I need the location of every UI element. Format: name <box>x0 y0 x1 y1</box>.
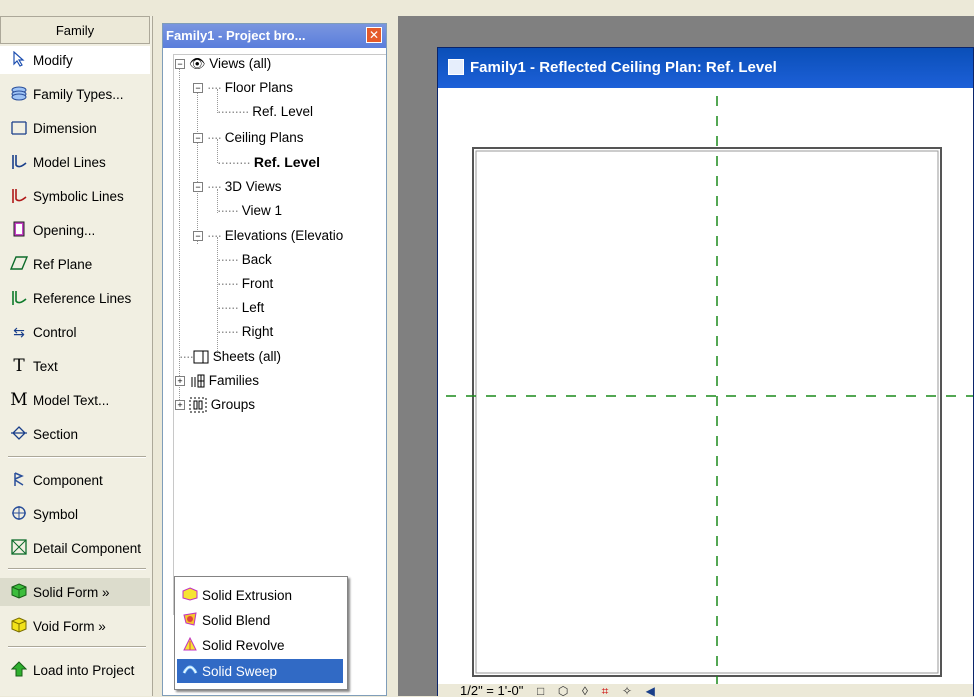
tree-guide-line <box>197 89 198 244</box>
menu-item-solid-revolve[interactable]: Solid Revolve <box>177 633 343 657</box>
model-text-icon: M <box>10 390 28 410</box>
hide-isolate-icon[interactable]: ✧ <box>622 685 632 697</box>
control-button[interactable]: ⇆ Control <box>0 318 150 346</box>
void-form-icon <box>10 617 28 635</box>
project-browser-tree: − 👁 Views (all) − ···· Floor Plans ·······… <box>173 54 386 615</box>
ref-plane-button[interactable]: Ref Plane <box>0 250 150 278</box>
symbol-icon <box>10 505 28 523</box>
expand-icon[interactable]: + <box>175 376 185 387</box>
model-graphics-icon[interactable]: ⬡ <box>558 685 568 697</box>
collapse-icon[interactable]: − <box>175 59 185 70</box>
expand-icon[interactable]: + <box>175 400 185 411</box>
void-form-button[interactable]: Void Form » <box>0 612 150 640</box>
tree-node-families[interactable]: + Families <box>175 372 259 390</box>
load-into-project-icon <box>10 661 28 679</box>
section-icon <box>10 425 28 443</box>
menu-item-solid-blend[interactable]: Solid Blend <box>177 608 343 632</box>
drawing-canvas[interactable] <box>438 88 973 684</box>
modify-button[interactable]: Modify <box>0 46 150 74</box>
load-into-project-button[interactable]: Load into Project <box>0 656 150 684</box>
tree-node-groups[interactable]: + Groups <box>175 396 255 414</box>
model-lines-icon <box>10 153 28 171</box>
tree-node-ceiling-plans[interactable]: − ···· Ceiling Plans <box>193 129 304 147</box>
collapse-icon[interactable]: − <box>193 182 203 193</box>
view-window: Family1 - Reflected Ceiling Plan: Ref. L… <box>437 47 974 697</box>
solid-form-icon <box>10 583 28 601</box>
solid-form-menu: Solid Extrusion Solid Blend Solid Revolv… <box>174 576 348 690</box>
design-bar-tab-family[interactable]: Family <box>0 16 150 44</box>
tree-node-ceiling-ref-level[interactable]: ········· Ref. Level <box>217 153 320 171</box>
model-lines-button[interactable]: Model Lines <box>0 148 150 176</box>
detail-component-icon <box>10 539 28 557</box>
family-boundary <box>472 147 942 677</box>
tree-node-left[interactable]: ······ Left <box>217 299 264 317</box>
design-bar: Family Modify Family Types... Dimension … <box>0 16 153 696</box>
sun-path-icon[interactable]: ◊ <box>582 685 588 697</box>
solid-sweep-icon <box>181 663 199 679</box>
collapse-icon[interactable]: − <box>193 231 203 242</box>
reference-lines-icon <box>10 289 28 307</box>
families-icon <box>189 373 205 388</box>
project-browser-title: Family1 - Project bro... <box>163 24 386 48</box>
family-types-icon <box>10 85 28 103</box>
tree-node-views[interactable]: − 👁 Views (all) <box>175 55 271 73</box>
component-button[interactable]: Component <box>0 466 150 494</box>
solid-extrusion-icon <box>181 587 199 603</box>
control-arrows-icon: ⇆ <box>13 324 25 340</box>
sheet-icon <box>193 349 209 364</box>
design-bar-separator <box>8 456 146 458</box>
solid-blend-icon <box>181 612 199 628</box>
dimension-icon <box>10 119 28 137</box>
arrow-pointer-icon <box>10 50 28 69</box>
symbol-button[interactable]: Symbol <box>0 500 150 528</box>
tree-node-floor-plans[interactable]: − ···· Floor Plans <box>193 79 293 97</box>
text-button[interactable]: T Text <box>0 352 150 380</box>
groups-icon <box>189 397 207 413</box>
view-control-bar: 1/2" = 1'-0" □ ⬡ ◊ ⌗ ✧ ◀ <box>438 684 973 697</box>
close-icon[interactable]: ✕ <box>366 27 382 43</box>
family-types-button[interactable]: Family Types... <box>0 80 150 108</box>
design-bar-separator <box>8 646 146 648</box>
collapse-icon[interactable]: − <box>193 83 203 94</box>
view-window-title: Family1 - Reflected Ceiling Plan: Ref. L… <box>438 48 973 88</box>
detail-level-icon[interactable]: □ <box>537 685 544 697</box>
component-icon <box>10 471 28 489</box>
menu-item-solid-extrusion[interactable]: Solid Extrusion <box>177 583 343 607</box>
opening-button[interactable]: Opening... <box>0 216 150 244</box>
tree-node-elevations[interactable]: − ···· Elevations (Elevatio <box>193 227 343 245</box>
design-bar-separator <box>8 568 146 570</box>
symbolic-lines-icon <box>10 187 28 205</box>
symbolic-lines-button[interactable]: Symbolic Lines <box>0 182 150 210</box>
tree-node-view-1[interactable]: ······ View 1 <box>217 202 282 220</box>
tree-node-right[interactable]: ······ Right <box>217 323 273 341</box>
model-text-button[interactable]: M Model Text... <box>0 386 150 414</box>
eye-icon: 👁 <box>189 56 206 71</box>
reference-lines-button[interactable]: Reference Lines <box>0 284 150 312</box>
tree-node-3d-views[interactable]: − ···· 3D Views <box>193 178 282 196</box>
solid-form-button[interactable]: Solid Form » <box>0 578 150 606</box>
text-icon: T <box>13 356 25 376</box>
tree-node-back[interactable]: ······ Back <box>217 251 272 269</box>
tree-node-floor-ref-level[interactable]: ········· Ref. Level <box>217 103 313 121</box>
collapse-icon[interactable]: − <box>193 133 203 144</box>
section-button[interactable]: Section <box>0 420 150 448</box>
ref-plane-icon <box>9 255 29 273</box>
dimension-button[interactable]: Dimension <box>0 114 150 142</box>
tree-node-front[interactable]: ······ Front <box>217 275 273 293</box>
detail-component-button[interactable]: Detail Component <box>0 534 150 562</box>
menu-item-solid-sweep[interactable]: Solid Sweep <box>177 659 343 683</box>
view-window-icon[interactable] <box>448 59 464 75</box>
crop-view-icon[interactable]: ⌗ <box>602 685 609 697</box>
solid-revolve-icon <box>181 636 199 653</box>
tree-node-sheets[interactable]: ···· Sheets (all) <box>179 348 281 366</box>
opening-icon <box>10 221 28 239</box>
view-scale[interactable]: 1/2" = 1'-0" <box>460 684 523 697</box>
scroll-left-icon[interactable]: ◀ <box>646 685 655 697</box>
